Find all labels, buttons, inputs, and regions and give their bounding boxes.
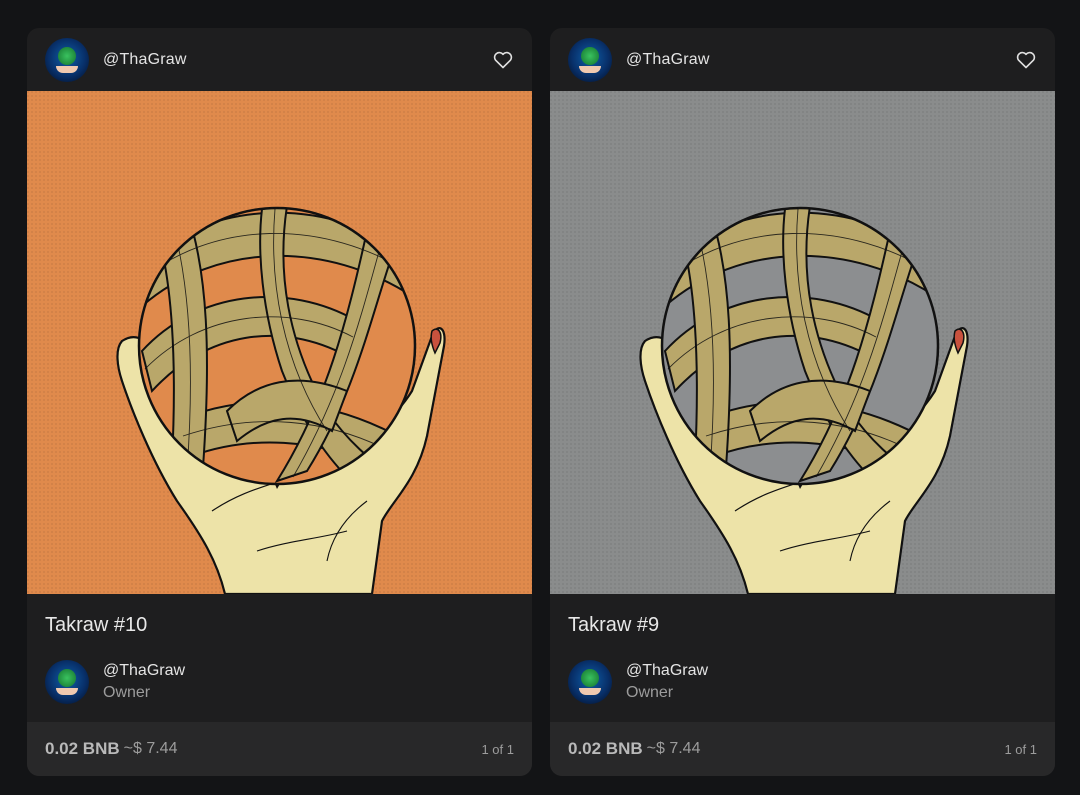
creator-username[interactable]: @ThaGraw <box>626 51 710 69</box>
owner-label: Owner <box>626 684 674 701</box>
card-footer: 0.02 BNB ~$ 7.44 1 of 1 <box>550 722 1055 776</box>
card-footer: 0.02 BNB ~$ 7.44 1 of 1 <box>27 722 532 776</box>
creator-avatar[interactable] <box>45 37 89 82</box>
nft-card[interactable]: @ThaGraw <box>27 28 532 776</box>
owner-avatar[interactable] <box>45 660 89 704</box>
card-header: @ThaGraw <box>550 28 1055 91</box>
owner-username[interactable]: @ThaGraw <box>626 660 708 682</box>
nft-title[interactable]: Takraw #10 <box>45 614 147 637</box>
creator-avatar[interactable] <box>568 37 612 82</box>
heart-icon[interactable] <box>492 49 514 71</box>
price-bnb: 0.02 BNB <box>45 739 120 758</box>
owner-username[interactable]: @ThaGraw <box>103 660 185 682</box>
price-usd: ~$ 7.44 <box>646 740 701 757</box>
owner-label: Owner <box>103 684 151 701</box>
nft-card[interactable]: @ThaGraw <box>550 28 1055 776</box>
card-header: @ThaGraw <box>27 28 532 91</box>
edition-count: 1 of 1 <box>1004 741 1037 757</box>
owner-block: @ThaGraw Owner <box>568 660 708 704</box>
nft-artwork[interactable] <box>550 91 1055 594</box>
edition-count: 1 of 1 <box>481 741 514 757</box>
owner-avatar[interactable] <box>568 660 612 704</box>
owner-block: @ThaGraw Owner <box>45 660 185 704</box>
nft-artwork[interactable] <box>27 91 532 594</box>
nft-title[interactable]: Takraw #9 <box>568 614 659 637</box>
heart-icon[interactable] <box>1015 49 1037 71</box>
price-usd: ~$ 7.44 <box>123 740 178 757</box>
creator-username[interactable]: @ThaGraw <box>103 51 187 69</box>
price-bnb: 0.02 BNB <box>568 739 643 758</box>
